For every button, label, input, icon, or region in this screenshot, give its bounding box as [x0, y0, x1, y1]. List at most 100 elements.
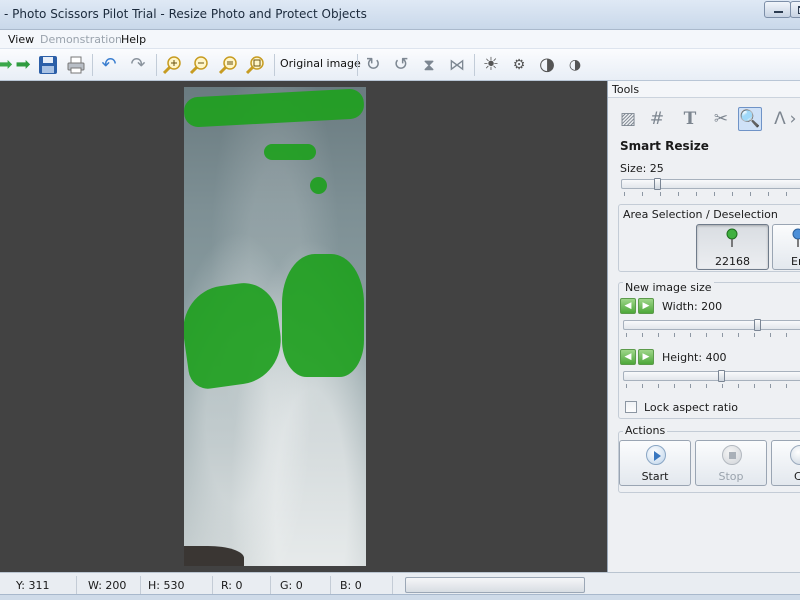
- print-icon[interactable]: [65, 54, 87, 76]
- erase-area-button[interactable]: Er: [772, 224, 800, 270]
- toolbar-separator: [274, 54, 275, 76]
- maximize-button[interactable]: [790, 1, 800, 18]
- save-icon[interactable]: [37, 54, 59, 76]
- progress-bar: [405, 577, 585, 593]
- toolbar: ➡ ➡ ↶ ↷ Original image ↻ ↺ ⧗ ⋈ ☀ ⚙ ◑ ◑: [0, 49, 800, 81]
- undo-icon[interactable]: ↶: [98, 54, 120, 76]
- width-slider[interactable]: [623, 320, 800, 330]
- third-action-label: C: [772, 470, 800, 483]
- status-blue: B: 0: [340, 579, 362, 592]
- height-label: Height: 400: [662, 351, 727, 364]
- contrast-small-icon[interactable]: ◑: [564, 54, 586, 76]
- third-action-button[interactable]: C: [771, 440, 800, 486]
- toolbar-separator: [357, 54, 358, 76]
- smart-resize-tool-icon[interactable]: 🔍: [738, 107, 762, 131]
- toolbar-separator: [92, 54, 93, 76]
- start-button[interactable]: Start: [619, 440, 691, 486]
- status-separator: [270, 576, 271, 594]
- flip-vertical-icon[interactable]: ⧗: [418, 54, 440, 76]
- status-separator: [76, 576, 77, 594]
- brightness-small-icon[interactable]: ⚙: [508, 54, 530, 76]
- rotate-cw-icon[interactable]: ↻: [362, 54, 384, 76]
- tools-panel: Tools ▨ # T ✂ 🔍 Λ › Smart Resize Size: 2…: [607, 81, 800, 572]
- menu-bar: View Demonstration Help: [0, 30, 800, 49]
- height-slider-thumb[interactable]: [718, 370, 725, 382]
- erase-pin-icon: [792, 228, 800, 247]
- keep-area-count: 22168: [715, 255, 750, 268]
- width-label: Width: 200: [662, 300, 723, 313]
- status-separator: [212, 576, 213, 594]
- flip-horizontal-icon[interactable]: ⋈: [446, 54, 468, 76]
- size-slider[interactable]: [621, 179, 800, 189]
- selection-mask-stroke: [264, 144, 316, 160]
- selection-mask-person-right: [282, 254, 364, 377]
- redo-icon[interactable]: ↷: [127, 54, 149, 76]
- stop-square: [729, 452, 736, 459]
- status-separator: [140, 576, 141, 594]
- status-separator: [392, 576, 393, 594]
- menu-view[interactable]: View: [8, 33, 34, 46]
- original-image-button[interactable]: Original image: [280, 57, 361, 70]
- width-decrease-button[interactable]: ◀: [620, 298, 636, 314]
- status-red: R: 0: [221, 579, 243, 592]
- contrast-icon[interactable]: ◑: [536, 54, 558, 76]
- lock-aspect-checkbox[interactable]: [625, 401, 637, 413]
- width-slider-thumb[interactable]: [754, 319, 761, 331]
- menu-help[interactable]: Help: [121, 33, 146, 46]
- status-separator: [330, 576, 331, 594]
- zoom-out-icon[interactable]: [188, 54, 210, 76]
- grid-tool-icon[interactable]: #: [645, 107, 669, 131]
- status-width: W: 200: [88, 579, 127, 592]
- window-title: - Photo Scissors Pilot Trial - Resize Ph…: [4, 7, 367, 21]
- size-label: Size: 25: [620, 162, 664, 175]
- lock-aspect-label: Lock aspect ratio: [644, 401, 739, 414]
- forward-arrow-icon[interactable]: ➡: [12, 54, 34, 76]
- stop-button[interactable]: Stop: [695, 440, 767, 486]
- width-increase-button[interactable]: ▶: [638, 298, 654, 314]
- height-increase-button[interactable]: ▶: [638, 349, 654, 365]
- area-selection-title: Area Selection / Deselection: [623, 208, 778, 221]
- zoom-fit-icon[interactable]: [244, 54, 266, 76]
- scissors-tool-icon[interactable]: ✂: [709, 107, 733, 131]
- photo-shore: [184, 546, 244, 566]
- panel-header: Tools: [608, 81, 800, 98]
- pin-icon: [726, 228, 738, 247]
- start-label: Start: [641, 470, 669, 483]
- more-tools-icon[interactable]: ›: [788, 107, 798, 131]
- keep-area-button[interactable]: 22168: [696, 224, 769, 270]
- minimize-icon: [774, 11, 783, 13]
- status-height: H: 530: [148, 579, 185, 592]
- toolbar-separator: [474, 54, 475, 76]
- brightness-icon[interactable]: ☀: [480, 54, 502, 76]
- size-slider-thumb[interactable]: [653, 178, 661, 190]
- text-tool-icon[interactable]: T: [678, 107, 702, 131]
- zoom-actual-icon[interactable]: [217, 54, 239, 76]
- stop-label: Stop: [718, 470, 744, 483]
- photo-preview[interactable]: [184, 87, 366, 566]
- action-icon: [790, 445, 800, 465]
- image-canvas[interactable]: [0, 81, 607, 572]
- new-image-size-title: New image size: [623, 281, 714, 294]
- actions-title: Actions: [623, 424, 668, 437]
- erase-area-label: Er: [791, 255, 800, 268]
- height-slider[interactable]: [623, 371, 800, 381]
- height-slider-ticks: [626, 384, 800, 388]
- toolbar-separator: [156, 54, 157, 76]
- selection-mask-dot: [310, 177, 327, 194]
- title-bar: - Photo Scissors Pilot Trial - Resize Ph…: [0, 0, 800, 30]
- selection-mask-person-left: [184, 278, 287, 392]
- size-slider-ticks: [624, 192, 800, 196]
- crop-tool-icon[interactable]: ▨: [616, 107, 640, 131]
- status-y: Y: 311: [16, 579, 50, 592]
- minimize-button[interactable]: [764, 1, 791, 18]
- width-slider-ticks: [626, 333, 800, 337]
- status-green: G: 0: [280, 579, 303, 592]
- zoom-in-icon[interactable]: [161, 54, 183, 76]
- selection-mask-stroke: [184, 88, 365, 128]
- window-bottom-edge: [0, 594, 800, 600]
- menu-demonstration[interactable]: Demonstration: [40, 33, 122, 46]
- section-title: Smart Resize: [620, 139, 709, 153]
- play-triangle: [654, 451, 661, 461]
- rotate-ccw-icon[interactable]: ↺: [390, 54, 412, 76]
- height-decrease-button[interactable]: ◀: [620, 349, 636, 365]
